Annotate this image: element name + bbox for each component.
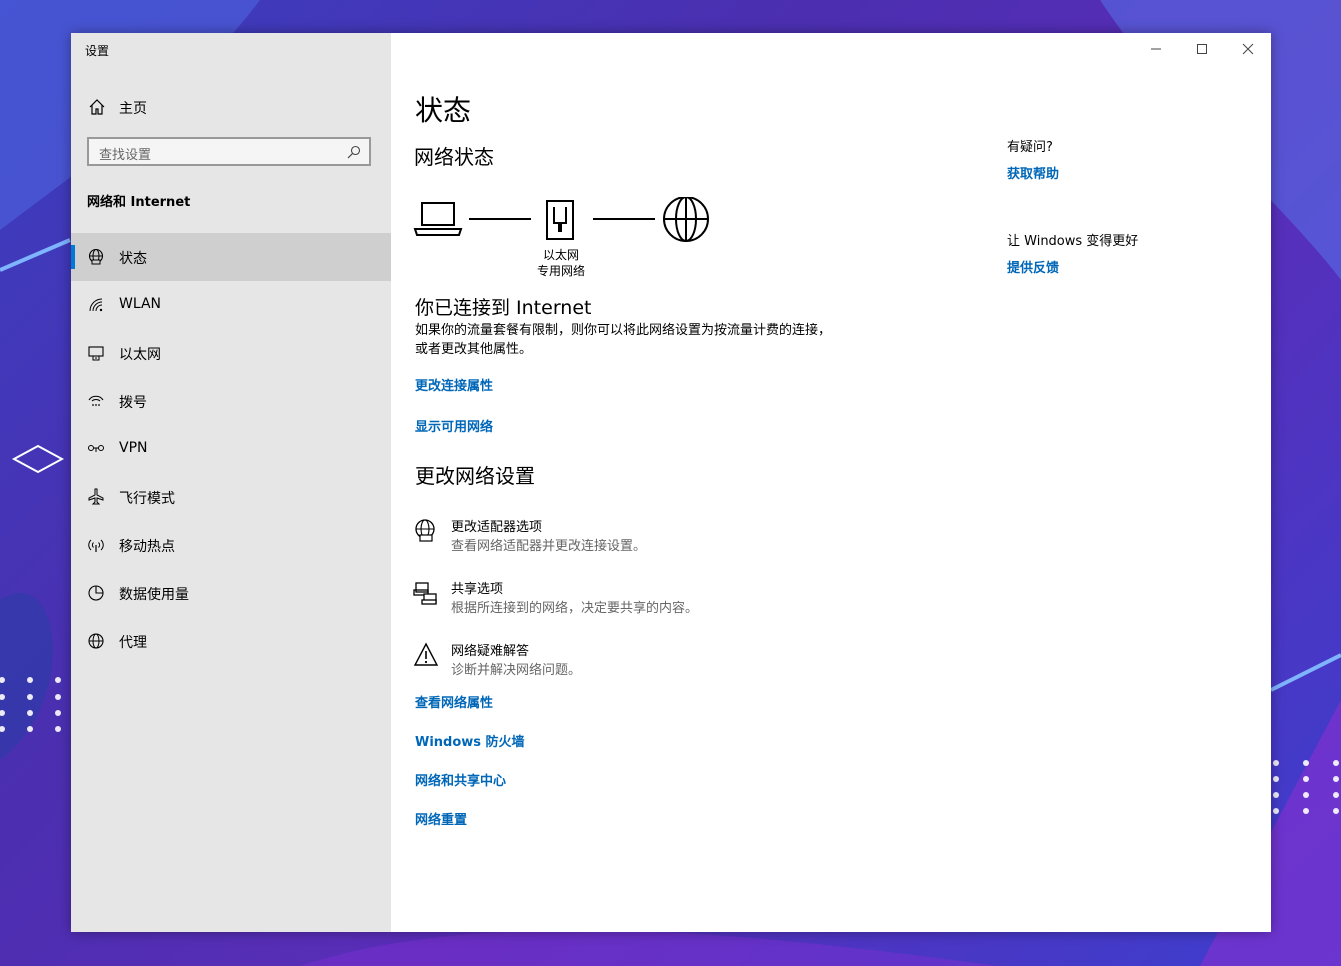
adapter-globe-icon (415, 519, 435, 542)
option-title: 网络疑难解答 (451, 644, 530, 659)
sidebar-item-label: 代理 (119, 635, 147, 651)
option-description: 根据所连接到的网络，决定要共享的内容。 (451, 601, 699, 616)
sidebar-item-hotspot[interactable]: 移动热点 (71, 521, 391, 569)
get-help-link[interactable]: 获取帮助 (1007, 163, 1059, 182)
globe-monitor-icon (88, 248, 104, 265)
laptop-icon (413, 202, 463, 236)
adapter-options[interactable]: 更改适配器选项 查看网络适配器并更改连接设置。 (413, 516, 833, 556)
network-reset-link[interactable]: 网络重置 (415, 809, 467, 828)
warning-icon (413, 642, 439, 666)
wifi-icon (89, 298, 103, 312)
page-title: 状态 (415, 94, 472, 127)
option-description: 查看网络适配器并更改连接设置。 (451, 539, 647, 554)
sidebar-item-label: WLAN (119, 296, 162, 312)
home-label: 主页 (119, 101, 147, 117)
connected-description: 如果你的流量套餐有限制，则你可以将此网络设置为按流量计费的连接，或者更改其他属性… (415, 323, 832, 357)
vpn-icon (88, 445, 104, 452)
sidebar-item-label: 数据使用量 (119, 587, 189, 603)
sidebar-item-label: VPN (119, 440, 148, 456)
sidebar-item-wlan[interactable]: WLAN (71, 281, 391, 329)
sidebar-item-label: 以太网 (119, 347, 161, 363)
change-connection-properties-link[interactable]: 更改连接属性 (415, 375, 493, 394)
active-indicator (71, 245, 75, 269)
adapter-label-network: 专用网络 (536, 264, 585, 278)
ethernet-adapter-icon (546, 200, 574, 240)
sidebar-item-vpn[interactable]: VPN (71, 425, 391, 473)
option-description: 诊断并解决网络问题。 (451, 663, 582, 678)
sharing-icon (413, 582, 437, 605)
sidebar-item-label: 拨号 (119, 395, 147, 411)
settings-window: 设置 主页 查找设置 网络和 Internet 状态 WLAN 以太网 拨号 V… (71, 33, 1271, 932)
search-placeholder: 查找设置 (99, 148, 152, 163)
sidebar-item-label: 状态 (119, 251, 147, 267)
sidebar-item-label: 飞行模式 (119, 491, 175, 507)
change-settings-heading: 更改网络设置 (415, 464, 535, 488)
sidebar-section-title: 网络和 Internet (87, 195, 191, 210)
connected-title: 你已连接到 Internet (415, 297, 592, 319)
search-input[interactable]: 查找设置 (87, 137, 371, 166)
sidebar-home[interactable]: 主页 (71, 89, 391, 125)
ethernet-icon (88, 346, 104, 361)
network-status-heading: 网络状态 (414, 145, 494, 169)
sharing-options[interactable]: 共享选项 根据所连接到的网络，决定要共享的内容。 (413, 578, 833, 618)
option-title: 更改适配器选项 (451, 520, 543, 535)
sidebar-item-data-usage[interactable]: 数据使用量 (71, 569, 391, 617)
help-question: 有疑问? (1007, 140, 1053, 155)
sidebar-item-proxy[interactable]: 代理 (71, 617, 391, 665)
airplane-icon (88, 488, 104, 505)
home-icon (89, 99, 105, 115)
globe-icon (88, 633, 104, 649)
hotspot-icon (88, 539, 104, 552)
option-title: 共享选项 (451, 582, 504, 597)
network-sharing-center-link[interactable]: 网络和共享中心 (415, 770, 506, 789)
dialup-icon (88, 395, 104, 406)
internet-globe-icon (663, 197, 709, 242)
data-usage-icon (88, 585, 104, 601)
windows-firewall-link[interactable]: Windows 防火墙 (415, 731, 525, 750)
sidebar: 设置 主页 查找设置 网络和 Internet 状态 WLAN 以太网 拨号 V… (71, 33, 391, 932)
sidebar-item-dialup[interactable]: 拨号 (71, 377, 391, 425)
troubleshoot-option[interactable]: 网络疑难解答 诊断并解决网络问题。 (413, 640, 833, 680)
improve-windows-text: 让 Windows 变得更好 (1007, 234, 1139, 249)
view-network-properties-link[interactable]: 查看网络属性 (415, 692, 493, 711)
sidebar-item-label: 移动热点 (119, 539, 175, 555)
main-content: 状态 网络状态 以太网 专用网络 你已连接到 Internet 如果你的流量套餐 (391, 33, 1271, 932)
give-feedback-link[interactable]: 提供反馈 (1007, 257, 1059, 276)
sidebar-item-ethernet[interactable]: 以太网 (71, 329, 391, 377)
window-title: 设置 (85, 44, 110, 58)
search-icon[interactable] (347, 145, 361, 159)
adapter-label-type: 以太网 (542, 248, 579, 262)
show-available-networks-link[interactable]: 显示可用网络 (415, 416, 493, 435)
sidebar-item-status[interactable]: 状态 (71, 233, 391, 281)
sidebar-item-airplane[interactable]: 飞行模式 (71, 473, 391, 521)
